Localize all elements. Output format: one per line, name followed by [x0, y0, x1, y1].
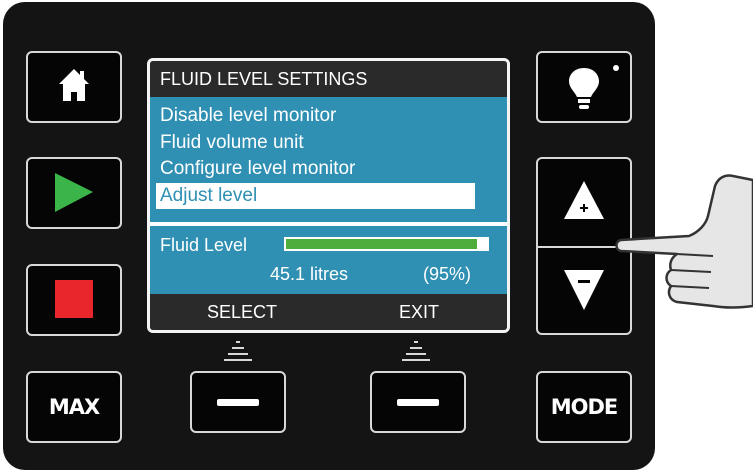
screen-divider — [150, 222, 507, 226]
lightbulb-icon — [569, 65, 619, 109]
mode-button[interactable]: MODE — [536, 371, 632, 443]
minus-icon — [397, 399, 439, 406]
fluid-level-label: Fluid Level — [160, 235, 248, 255]
softkey-exit-label: EXIT — [399, 302, 440, 322]
play-icon — [55, 173, 93, 212]
lcd-screen: FLUID LEVEL SETTINGS Disable level monit… — [147, 58, 510, 333]
softkey-bar: SELECT EXIT — [150, 294, 507, 330]
fluid-level-bar — [284, 237, 489, 251]
menu-item-adjust-level[interactable]: Adjust level — [156, 182, 475, 209]
softkey-select-label: SELECT — [207, 302, 278, 322]
play-button[interactable] — [26, 157, 122, 229]
softkey-select-button[interactable] — [190, 371, 286, 433]
max-button[interactable]: MAX — [26, 371, 122, 443]
home-button[interactable] — [26, 51, 122, 123]
fluid-volume-readout: 45.1 litres — [270, 264, 349, 284]
softkey-exit-button[interactable] — [370, 371, 466, 433]
fluid-level-bar-fill — [286, 239, 477, 249]
fluid-percent-readout: (95%) — [423, 264, 472, 284]
minus-icon — [217, 399, 259, 406]
stop-button[interactable] — [26, 264, 122, 336]
menu-item-fluid-volume-unit[interactable]: Fluid volume unit — [160, 130, 475, 157]
menu-item-disable-level-monitor[interactable]: Disable level monitor — [160, 103, 475, 130]
light-button[interactable] — [536, 51, 632, 123]
down-triangle-minus-icon — [564, 270, 604, 310]
softkey-right-pointer-icon — [402, 341, 430, 361]
stop-icon — [55, 280, 93, 318]
softkey-left-pointer-icon — [224, 341, 252, 361]
pointing-hand-icon — [615, 174, 753, 309]
mode-label: MODE — [550, 395, 619, 419]
settings-menu: Disable level monitor Fluid volume unit … — [156, 103, 475, 209]
menu-item-configure-level-monitor[interactable]: Configure level monitor — [160, 156, 475, 183]
screen-title: FLUID LEVEL SETTINGS — [150, 61, 507, 97]
home-icon — [59, 69, 89, 101]
max-label: MAX — [48, 395, 100, 419]
up-triangle-plus-icon — [564, 181, 604, 219]
